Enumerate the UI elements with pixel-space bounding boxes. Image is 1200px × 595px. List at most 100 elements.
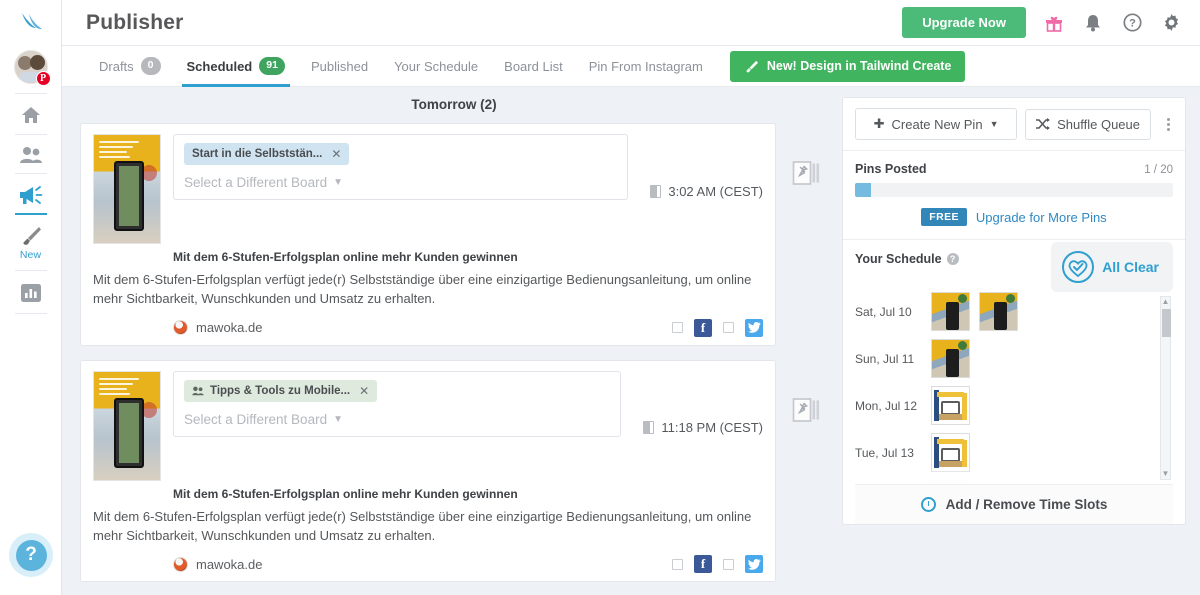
tailwind-create-button[interactable]: New! Design in Tailwind Create	[729, 50, 966, 82]
pin-description[interactable]: Mit dem 6-Stufen-Erfolgsplan verfügt jed…	[93, 271, 763, 309]
scroll-up-icon[interactable]: ▲	[1162, 297, 1170, 307]
more-options-icon[interactable]	[1159, 117, 1177, 131]
calendar-icon	[643, 421, 655, 435]
pin-source: mawoka.de	[173, 320, 262, 336]
rail-divider	[14, 313, 47, 314]
add-remove-time-slots-button[interactable]: Add / Remove Time Slots	[855, 484, 1173, 524]
shuffle-queue-button[interactable]: Shuffle Queue	[1025, 108, 1151, 140]
tab-your-schedule-label: Your Schedule	[394, 58, 479, 74]
board-tag[interactable]: Tipps & Tools zu Mobile... ✕	[184, 379, 378, 402]
twitter-checkbox[interactable]	[723, 322, 734, 334]
help-tooltip-icon[interactable]: ?	[946, 253, 959, 265]
upgrade-now-button[interactable]: Upgrade Now	[902, 7, 1026, 38]
scroll-down-icon[interactable]: ▼	[1162, 469, 1170, 479]
help-fab-button[interactable]: ?	[9, 533, 53, 577]
schedule-day-label: Sat, Jul 10	[855, 304, 912, 319]
create-new-pin-button[interactable]: ✚ Create New Pin ▼	[855, 108, 1018, 140]
upgrade-for-more-pins-link[interactable]: Upgrade for More Pins	[976, 210, 1107, 225]
sidebar-item-publisher[interactable]	[0, 174, 62, 215]
select-different-board[interactable]: Select a Different Board ▼	[184, 175, 617, 190]
left-nav-rail: P New ?	[0, 0, 62, 595]
tab-board-list-label: Board List	[504, 58, 563, 74]
pins-posted-count: 1 / 20	[1144, 164, 1173, 176]
pin-drag-handle-icon[interactable]	[784, 151, 828, 195]
facebook-checkbox[interactable]	[672, 322, 683, 334]
schedule-row: Sun, Jul 11	[855, 335, 1155, 382]
your-schedule-section: Your Schedule ? All Clear Sat, Jul 10 Su…	[843, 239, 1185, 524]
tab-drafts-count: 0	[140, 57, 161, 75]
home-icon	[21, 107, 40, 123]
remove-board-icon[interactable]: ✕	[359, 384, 369, 398]
schedule-scrollbar[interactable]: ▲ ▼	[1160, 296, 1171, 480]
sidebar-item-insights[interactable]	[0, 271, 62, 313]
pin-source-label: mawoka.de	[196, 556, 263, 572]
gear-icon[interactable]	[1160, 12, 1182, 34]
upgrade-row: FREE Upgrade for More Pins	[855, 208, 1173, 226]
facebook-icon[interactable]: f	[694, 555, 712, 574]
day-heading: Tomorrow (2)	[411, 97, 497, 112]
schedule-slot[interactable]	[931, 433, 970, 472]
board-selector[interactable]: Start in die Selbststän... ✕ Select a Di…	[173, 134, 629, 200]
facebook-checkbox[interactable]	[672, 558, 683, 570]
schedule-slot[interactable]	[979, 292, 1018, 331]
remove-board-icon[interactable]: ✕	[331, 147, 341, 161]
twitter-checkbox[interactable]	[723, 558, 734, 570]
shuffle-icon	[1036, 118, 1050, 130]
pin-feed: Tomorrow (2) Start in die Selbststän... …	[62, 87, 842, 595]
tab-your-schedule[interactable]: Your Schedule	[381, 46, 491, 87]
pin-time-label: 11:18 PM (CEST)	[661, 420, 763, 436]
schedule-slot[interactable]	[931, 339, 970, 378]
pin-drag-handle-icon[interactable]	[784, 388, 828, 432]
megaphone-icon	[19, 186, 42, 204]
scrollbar-thumb[interactable]	[1162, 309, 1171, 337]
board-tag-label: Tipps & Tools zu Mobile...	[210, 384, 351, 397]
facebook-icon[interactable]: f	[694, 318, 712, 337]
twitter-icon[interactable]	[745, 555, 763, 574]
alarm-clock-icon	[920, 497, 936, 512]
pin-card[interactable]: Tipps & Tools zu Mobile... ✕ Select a Di…	[80, 359, 776, 583]
calendar-icon	[650, 184, 662, 198]
pin-description[interactable]: Mit dem 6-Stufen-Erfolgsplan verfügt jed…	[93, 508, 763, 546]
schedule-slot[interactable]	[931, 386, 970, 425]
select-different-board[interactable]: Select a Different Board ▼	[184, 412, 610, 427]
sidebar-item-communities[interactable]	[0, 135, 62, 173]
bell-icon[interactable]	[1082, 12, 1104, 34]
all-clear-heart-check-icon	[1062, 251, 1095, 283]
tailwind-create-label: New! Design in Tailwind Create	[766, 59, 952, 73]
gift-icon[interactable]	[1043, 12, 1065, 34]
main-column: Publisher Upgrade Now ? Drafts 0 Schedul…	[62, 0, 1200, 595]
sidebar-item-home[interactable]	[0, 94, 62, 134]
help-circle-icon[interactable]: ?	[1121, 12, 1143, 34]
all-clear-badge: All Clear	[1051, 242, 1173, 292]
pin-footer: mawoka.de f	[93, 318, 763, 337]
top-bar: Publisher Upgrade Now ?	[62, 0, 1200, 46]
tab-published[interactable]: Published	[298, 46, 381, 87]
sidebar-item-create[interactable]: New	[0, 214, 62, 270]
tab-pin-from-instagram[interactable]: Pin From Instagram	[576, 46, 716, 87]
schedule-slot-list: Sat, Jul 10 Sun, Jul 11 Mon, Jul 12 Tue,…	[855, 288, 1173, 484]
tab-scheduled[interactable]: Scheduled 91	[174, 46, 298, 87]
tab-board-list[interactable]: Board List	[491, 46, 576, 87]
board-selector[interactable]: Tipps & Tools zu Mobile... ✕ Select a Di…	[173, 370, 622, 437]
schedule-row: Sat, Jul 10	[855, 288, 1155, 335]
chevron-down-icon: ▼	[333, 413, 343, 425]
content-area: Tomorrow (2) Start in die Selbststän... …	[62, 87, 1200, 595]
queue-card: ✚ Create New Pin ▼ Shuffle Queue Pins Po…	[842, 97, 1186, 525]
tab-drafts[interactable]: Drafts 0	[86, 46, 174, 87]
pin-thumbnail[interactable]	[93, 134, 161, 244]
pin-row: Start in die Selbststän... ✕ Select a Di…	[80, 123, 828, 346]
board-tag[interactable]: Start in die Selbststän... ✕	[184, 143, 350, 165]
tailwind-logo-icon[interactable]	[14, 9, 48, 39]
pin-card[interactable]: Start in die Selbststän... ✕ Select a Di…	[80, 123, 776, 346]
pin-time[interactable]: 11:18 PM (CEST)	[643, 371, 763, 481]
favicon-icon	[173, 556, 188, 572]
pin-time[interactable]: 3:02 AM (CEST)	[650, 134, 763, 244]
chevron-down-icon: ▼	[989, 119, 999, 129]
schedule-slot[interactable]	[931, 292, 970, 331]
sidebar-item-account[interactable]: P	[0, 39, 62, 93]
pinterest-badge-icon: P	[35, 71, 51, 86]
pin-thumbnail[interactable]	[93, 370, 161, 481]
select-different-board-label: Select a Different Board	[184, 411, 328, 427]
free-badge: FREE	[921, 208, 967, 226]
twitter-icon[interactable]	[745, 318, 763, 337]
